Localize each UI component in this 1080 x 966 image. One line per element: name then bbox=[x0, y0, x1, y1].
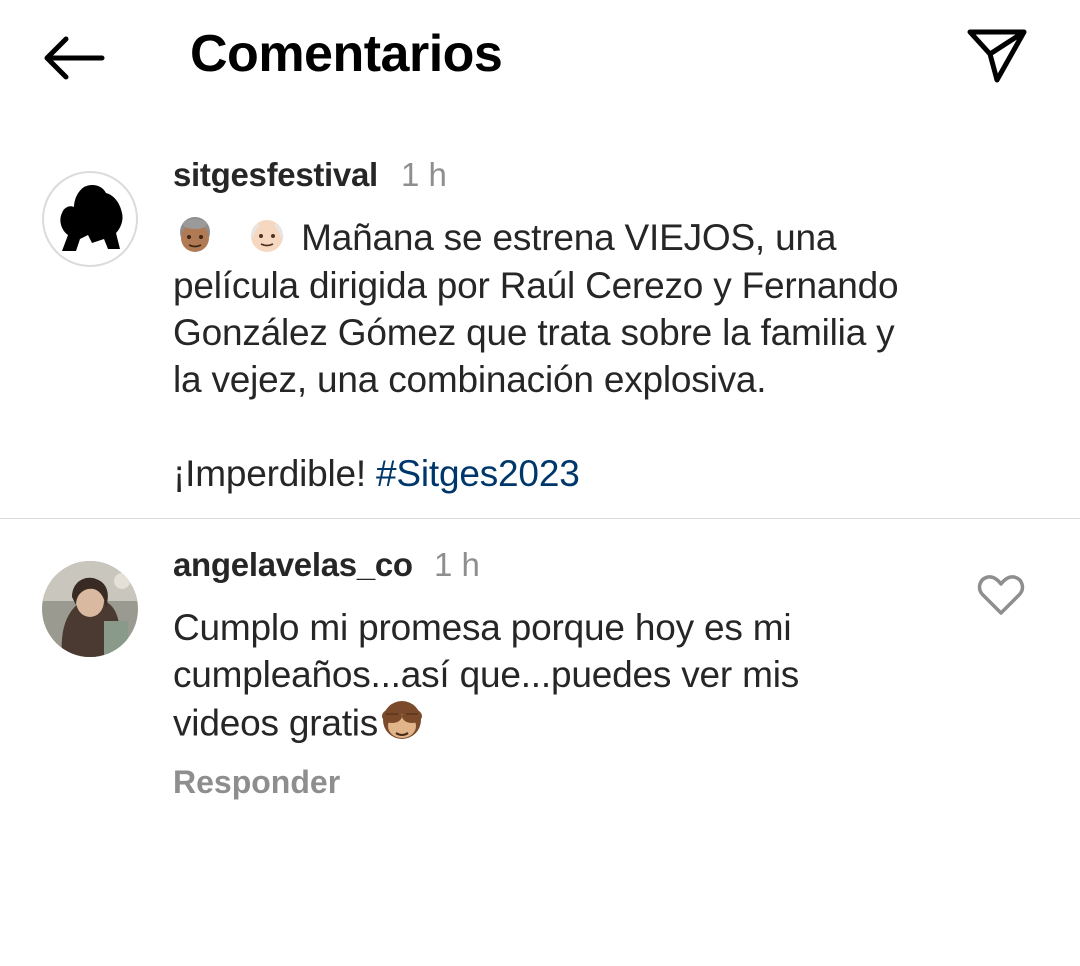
comment-line: videos gratis bbox=[173, 702, 379, 744]
caption-timestamp: 1 h bbox=[401, 156, 447, 193]
app-header: Comentarios bbox=[0, 0, 1080, 110]
caption-line: película dirigida por Raúl Cerezo y Fern… bbox=[173, 265, 899, 306]
user-photo bbox=[42, 561, 138, 657]
older-man-emoji bbox=[245, 215, 289, 266]
angelavelas-avatar[interactable] bbox=[42, 561, 138, 657]
sitgesfestival-avatar[interactable] bbox=[42, 171, 138, 267]
see-no-evil-monkey-emoji bbox=[378, 698, 426, 753]
back-button[interactable] bbox=[40, 30, 110, 86]
divider bbox=[0, 518, 1080, 519]
comment-line: Cumplo mi promesa porque hoy es mi bbox=[173, 607, 792, 648]
caption-closing-line: ¡Imperdible! #Sitges2023 bbox=[173, 450, 580, 497]
comment-line: cumpleaños...así que...puedes ver mis bbox=[173, 654, 800, 695]
share-button[interactable] bbox=[962, 24, 1032, 88]
caption-line: Mañana se estrena VIEJOS, una bbox=[301, 217, 837, 258]
caption-first-line: Mañana se estrena VIEJOS, una bbox=[173, 214, 836, 266]
older-woman-emoji bbox=[173, 215, 217, 266]
hashtag-link[interactable]: #Sitges2023 bbox=[376, 453, 580, 494]
caption-username[interactable]: sitgesfestival bbox=[173, 156, 378, 194]
gorilla-logo-icon bbox=[60, 185, 123, 251]
paper-plane-icon bbox=[967, 29, 1027, 83]
caption-closing-text: ¡Imperdible! bbox=[173, 453, 366, 494]
caption-line: González Gómez que trata sobre la famili… bbox=[173, 312, 895, 353]
page-title: Comentarios bbox=[190, 25, 503, 83]
comment-timestamp: 1 h bbox=[434, 546, 480, 583]
caption-line: la vejez, una combinación explosiva. bbox=[173, 359, 767, 400]
reply-button[interactable]: Responder bbox=[173, 764, 340, 801]
like-button[interactable] bbox=[976, 572, 1026, 618]
heart-icon bbox=[977, 575, 1025, 615]
comment-username[interactable]: angelavelas_co bbox=[173, 546, 413, 584]
back-arrow-icon bbox=[44, 36, 105, 80]
comment-last-line: videos gratis bbox=[173, 698, 426, 753]
